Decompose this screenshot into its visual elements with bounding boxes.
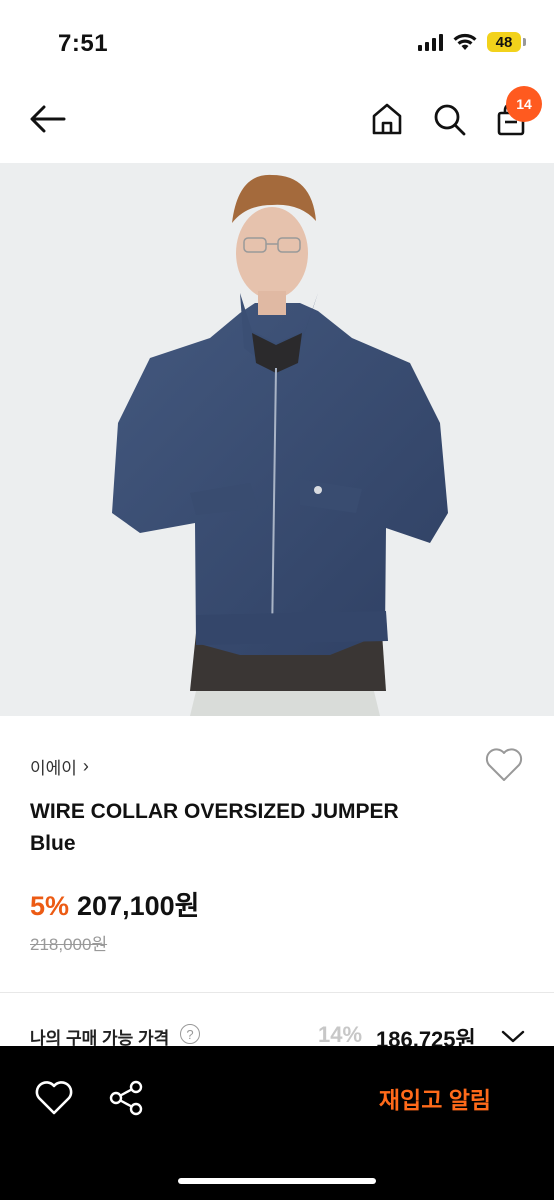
search-icon[interactable] <box>430 100 468 138</box>
original-price: 218,000원 <box>30 935 108 954</box>
wishlist-heart-icon[interactable] <box>484 747 524 783</box>
home-icon[interactable] <box>368 100 406 138</box>
top-nav <box>0 88 554 162</box>
share-icon[interactable] <box>106 1078 146 1118</box>
sale-price: 207,100원 <box>77 891 200 921</box>
brand-link[interactable]: 이에이 › <box>30 754 89 779</box>
signal-icon <box>418 33 443 51</box>
product-image[interactable] <box>0 163 554 716</box>
product-title: WIRE COLLAR OVERSIZED JUMPER Blue <box>30 796 500 860</box>
discount-rate: 5% <box>30 891 70 921</box>
wifi-icon <box>453 33 477 50</box>
restock-alert-button[interactable]: 재입고 알림 <box>340 1074 530 1122</box>
price-row: 5% 207,100원 <box>30 884 199 923</box>
bottom-action-bar: 재입고 알림 <box>0 1046 554 1200</box>
status-bar: 7:51 48 <box>0 0 554 88</box>
divider <box>0 992 554 993</box>
product-name: WIRE COLLAR OVERSIZED JUMPER <box>30 800 399 823</box>
my-discount-rate: 14% <box>318 1022 363 1047</box>
product-photo <box>0 163 554 716</box>
status-icons: 48 <box>418 32 526 52</box>
battery-level: 48 <box>487 32 521 52</box>
battery-icon: 48 <box>487 32 526 52</box>
help-icon[interactable]: ? <box>180 1024 200 1044</box>
status-time: 7:51 <box>58 30 109 57</box>
product-variant: Blue <box>30 832 76 855</box>
chevron-down-icon[interactable] <box>500 1026 526 1046</box>
cart-count-badge: 14 <box>506 86 542 122</box>
brand-name: 이에이 <box>30 759 77 778</box>
chevron-right-icon: › <box>82 756 89 776</box>
back-arrow-icon[interactable] <box>26 102 70 136</box>
heart-icon[interactable] <box>34 1078 74 1118</box>
home-indicator[interactable] <box>178 1178 376 1184</box>
